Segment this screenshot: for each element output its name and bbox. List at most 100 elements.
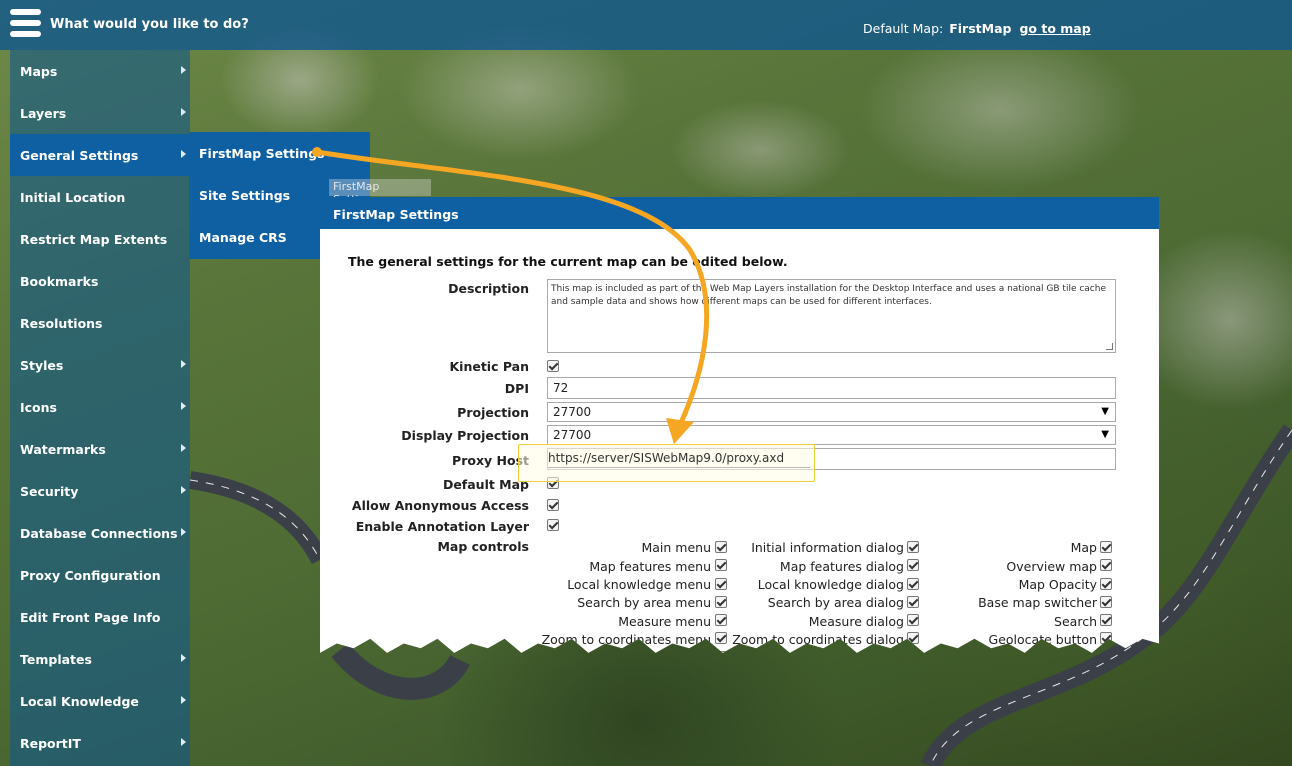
sidebar-item-security[interactable]: Security <box>10 470 190 512</box>
description-textarea[interactable]: This map is included as part of the Web … <box>547 279 1116 353</box>
default-map-value: FirstMap <box>949 21 1012 36</box>
go-to-map-link[interactable]: go to map <box>1019 21 1090 36</box>
sidebar-item-proxy-configuration[interactable]: Proxy Configuration <box>10 554 190 596</box>
allow-anonymous-label: Allow Anonymous Access <box>351 498 529 513</box>
sidebar-item-label: Local Knowledge <box>20 693 139 709</box>
sidebar-item-watermarks[interactable]: Watermarks <box>10 428 190 470</box>
default-map-label: Default Map: <box>863 21 944 36</box>
chevron-right-icon <box>181 360 186 368</box>
sidebar: Maps Layers General Settings Initial Loc… <box>10 50 190 766</box>
control-map-features-dialog: Map features dialog <box>779 559 904 574</box>
sidebar-item-reportit[interactable]: ReportIT <box>10 722 190 764</box>
display-projection-label: Display Projection <box>401 428 529 443</box>
sidebar-item-label: Bookmarks <box>20 273 99 289</box>
sidebar-item-initial-location[interactable]: Initial Location <box>10 176 190 218</box>
control-checkbox[interactable] <box>715 541 727 553</box>
sidebar-item-label: Watermarks <box>20 441 106 457</box>
projection-select[interactable]: 27700 ▼ <box>547 402 1116 422</box>
sidebar-item-maps[interactable]: Maps <box>10 50 190 92</box>
control-local-knowledge-dialog: Local knowledge dialog <box>757 577 904 592</box>
map-controls-label: Map controls <box>437 539 529 554</box>
control-checkbox[interactable] <box>907 578 919 590</box>
control-initial-information-dialog: Initial information dialog <box>751 540 904 555</box>
sidebar-item-label: Maps <box>20 63 58 79</box>
control-checkbox[interactable] <box>1100 596 1112 608</box>
sidebar-item-bookmarks[interactable]: Bookmarks <box>10 260 190 302</box>
sidebar-item-layers[interactable]: Layers <box>10 92 190 134</box>
default-map-info: Default Map: FirstMap go to map <box>863 21 1091 36</box>
chevron-right-icon <box>181 486 186 494</box>
sidebar-item-label: Styles <box>20 357 64 373</box>
control-checkbox[interactable] <box>907 559 919 571</box>
sidebar-item-label: Initial Location <box>20 189 126 205</box>
control-checkbox[interactable] <box>907 541 919 553</box>
control-checkbox[interactable] <box>715 632 727 644</box>
kinetic-pan-checkbox[interactable] <box>547 360 559 372</box>
chevron-right-icon <box>181 66 186 74</box>
tooltip: FirstMap Settings <box>329 179 431 206</box>
sidebar-item-label: Resolutions <box>20 315 103 331</box>
firstmap-settings-dialog: FirstMap Settings The general settings f… <box>320 197 1159 653</box>
control-overview-map: Overview map <box>1006 559 1097 574</box>
control-checkbox[interactable] <box>907 596 919 608</box>
sidebar-item-restrict-map-extents[interactable]: Restrict Map Extents <box>10 218 190 260</box>
enable-annotation-checkbox[interactable] <box>547 519 559 531</box>
control-measure-menu: Measure menu <box>618 614 711 629</box>
control-checkbox[interactable] <box>1100 559 1112 571</box>
top-bar: What would you like to do? Default Map: … <box>0 0 1292 50</box>
chevron-right-icon <box>181 738 186 746</box>
sidebar-item-local-knowledge[interactable]: Local Knowledge <box>10 680 190 722</box>
control-checkbox[interactable] <box>907 614 919 626</box>
sidebar-item-label: Icons <box>20 399 57 415</box>
chevron-right-icon <box>181 444 186 452</box>
control-local-knowledge-menu: Local knowledge menu <box>567 577 711 592</box>
control-checkbox[interactable] <box>715 559 727 571</box>
sidebar-item-templates[interactable]: Templates <box>10 638 190 680</box>
hamburger-menu-icon[interactable] <box>10 9 41 40</box>
control-base-map-switcher: Base map switcher <box>978 595 1097 610</box>
display-projection-value: 27700 <box>553 428 592 442</box>
chevron-right-icon <box>181 654 186 662</box>
control-search-by-area-dialog: Search by area dialog <box>767 595 904 610</box>
default-map-label: Default Map <box>442 477 529 492</box>
dpi-label: DPI <box>504 381 529 396</box>
allow-anonymous-checkbox[interactable] <box>547 499 559 511</box>
sidebar-item-label: Database Connections <box>20 525 178 541</box>
sidebar-item-label: Proxy Configuration <box>20 567 161 583</box>
control-search-by-area-menu: Search by area menu <box>577 595 711 610</box>
submenu-item-firstmap-settings[interactable]: FirstMap Settings <box>189 132 370 174</box>
chevron-right-icon <box>181 108 186 116</box>
sidebar-item-resolutions[interactable]: Resolutions <box>10 302 190 344</box>
control-map-opacity: Map Opacity <box>1018 577 1097 592</box>
control-measure-dialog: Measure dialog <box>808 614 904 629</box>
control-main-menu: Main menu <box>641 540 711 555</box>
control-checkbox[interactable] <box>715 614 727 626</box>
chevron-right-icon <box>181 150 186 158</box>
dialog-intro: The general settings for the current map… <box>348 254 788 269</box>
control-checkbox[interactable] <box>715 578 727 590</box>
description-text: This map is included as part of the Web … <box>551 284 1106 307</box>
dropdown-caret-icon: ▼ <box>1101 429 1109 440</box>
control-checkbox[interactable] <box>1100 614 1112 626</box>
sidebar-item-database-connections[interactable]: Database Connections <box>10 512 190 554</box>
control-checkbox[interactable] <box>715 596 727 608</box>
control-map: Map <box>1070 540 1097 555</box>
proxy-host-label: Proxy Host <box>452 453 529 468</box>
sidebar-item-label: Edit Front Page Info <box>20 609 161 625</box>
projection-label: Projection <box>457 405 529 420</box>
sidebar-item-edit-front-page-info[interactable]: Edit Front Page Info <box>10 596 190 638</box>
control-checkbox[interactable] <box>1100 578 1112 590</box>
sidebar-item-icons[interactable]: Icons <box>10 386 190 428</box>
resize-handle-icon[interactable] <box>1106 343 1113 350</box>
sidebar-item-styles[interactable]: Styles <box>10 344 190 386</box>
sidebar-item-label: Restrict Map Extents <box>20 231 168 247</box>
description-label: Description <box>448 281 529 296</box>
control-checkbox[interactable] <box>1100 541 1112 553</box>
sidebar-item-label: Layers <box>20 105 67 121</box>
enable-annotation-label: Enable Annotation Layer <box>355 519 529 534</box>
chevron-right-icon <box>181 528 186 536</box>
sidebar-item-general-settings[interactable]: General Settings <box>10 134 190 176</box>
display-projection-select[interactable]: 27700 ▼ <box>547 425 1116 445</box>
dpi-input[interactable]: 72 <box>547 377 1116 399</box>
dialog-title: FirstMap Settings <box>320 197 1159 229</box>
